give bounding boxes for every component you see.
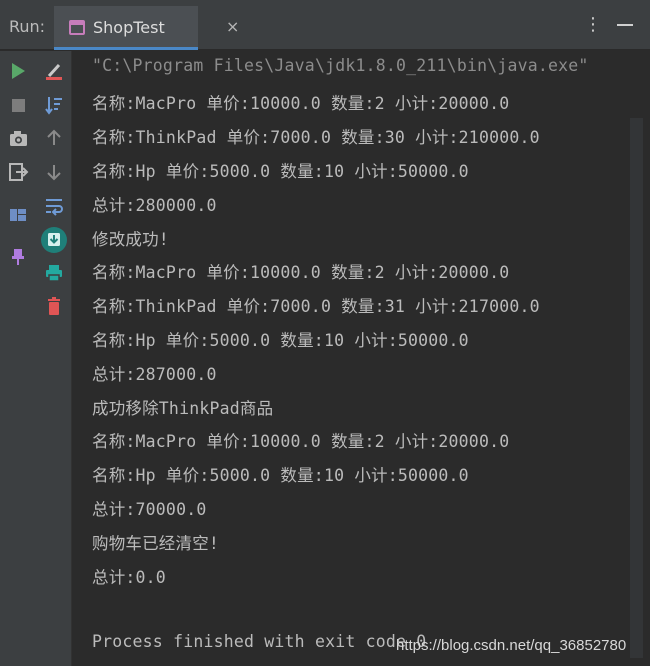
console-line: 名称:MacPro 单价:10000.0 数量:2 小计:20000.0 [92,94,510,113]
vertical-scrollbar[interactable] [630,118,643,658]
tab-shoptest[interactable]: ShopTest × [54,6,239,50]
exit-icon[interactable] [6,160,30,184]
console-line: 购物车已经清空! [92,534,220,553]
camera-icon[interactable] [6,126,30,150]
clear-icon[interactable] [42,59,66,83]
console-line: 总计:287000.0 [92,365,217,384]
console-exit-line: Process finished with exit code 0 [92,632,427,651]
console-line: 名称:Hp 单价:5000.0 数量:10 小计:50000.0 [92,162,469,181]
console-line: 名称:ThinkPad 单价:7000.0 数量:30 小计:210000.0 [92,128,540,147]
trash-icon[interactable] [42,295,66,319]
down-arrow-icon[interactable] [42,160,66,184]
run-toolbar-right [36,51,72,666]
console-line: 总计:70000.0 [92,500,207,519]
run-label: Run: [9,17,46,36]
sort-icon[interactable] [42,93,66,117]
console-line: 总计:0.0 [92,568,166,587]
more-options-icon[interactable]: ⋮ [584,15,602,35]
tab-label: ShopTest [93,18,165,37]
watermark-url: https://blog.csdn.net/qq_36852780 [396,637,627,654]
console-command-line: "C:\Program Files\Java\jdk1.8.0_211\bin\… [92,56,589,75]
run-toolbar-left [0,51,36,666]
run-tool-window: Run: ShopTest × ⋮ "C:\Program Files\Java… [0,0,650,666]
soft-wrap-icon[interactable] [42,194,66,218]
active-tab-indicator [54,47,198,50]
console-line: 名称:Hp 单价:5000.0 数量:10 小计:50000.0 [92,466,469,485]
console-line: 名称:MacPro 单价:10000.0 数量:2 小计:20000.0 [92,263,510,282]
console-line: 总计:280000.0 [92,196,217,215]
rerun-icon[interactable] [6,59,30,83]
close-icon[interactable]: × [226,17,239,36]
run-header-bar: Run: ShopTest × ⋮ [0,0,650,50]
minimize-icon[interactable] [617,24,633,26]
application-icon [69,20,85,35]
scroll-to-end-icon[interactable] [40,226,68,254]
layout-icon[interactable] [6,203,30,227]
stop-icon[interactable] [6,93,30,117]
console-line: 名称:ThinkPad 单价:7000.0 数量:31 小计:217000.0 [92,297,540,316]
pin-icon[interactable] [6,245,30,269]
console-line: 修改成功! [92,230,169,249]
up-arrow-icon[interactable] [42,126,66,150]
print-icon[interactable] [42,261,66,285]
console-line: 名称:Hp 单价:5000.0 数量:10 小计:50000.0 [92,331,469,350]
console-line: 成功移除ThinkPad商品 [92,399,274,418]
console-line: 名称:MacPro 单价:10000.0 数量:2 小计:20000.0 [92,432,510,451]
